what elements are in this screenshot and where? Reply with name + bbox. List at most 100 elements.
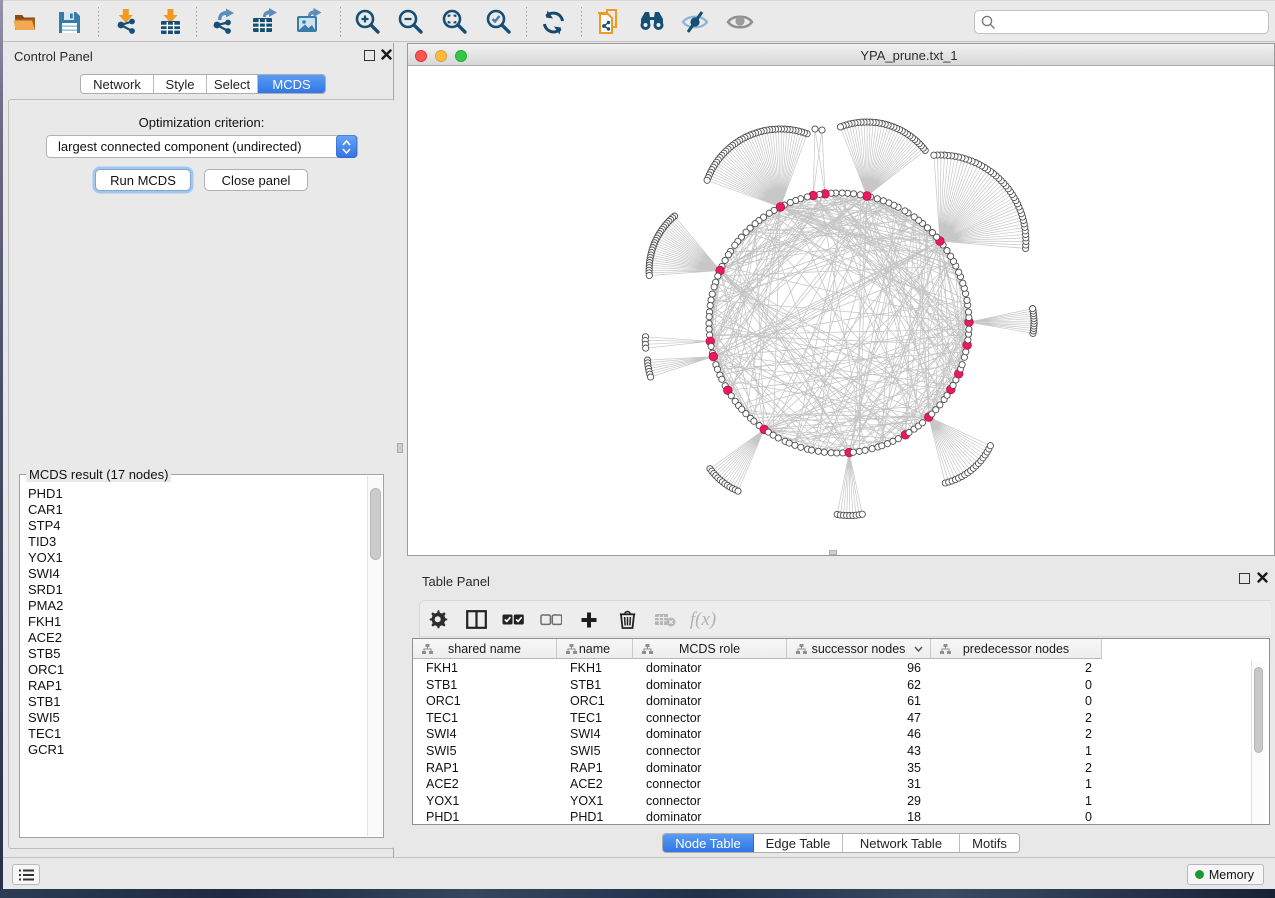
zoom-fit-button[interactable] <box>437 5 471 39</box>
network-node[interactable] <box>1030 306 1036 312</box>
table-cell[interactable]: SWI5 <box>426 743 557 760</box>
memory-button[interactable]: Memory <box>1187 864 1264 885</box>
table-cell[interactable]: connector <box>646 743 787 760</box>
network-node-mcds[interactable] <box>709 352 718 361</box>
table-cell[interactable]: 31 <box>787 776 921 793</box>
task-history-button[interactable] <box>12 864 40 885</box>
network-node[interactable] <box>862 447 868 453</box>
zoom-in-button[interactable] <box>350 5 384 39</box>
toggle-column-button[interactable] <box>459 601 493 638</box>
mcds-result-item[interactable]: CAR1 <box>21 502 367 518</box>
search-input[interactable] <box>997 15 1268 30</box>
table-cell[interactable]: TEC1 <box>426 710 557 727</box>
tab-network[interactable]: Network <box>81 75 154 93</box>
table-cell[interactable]: 0 <box>931 677 1092 694</box>
network-node[interactable] <box>787 199 793 205</box>
table-row[interactable]: STB1STB1dominator620 <box>413 677 1269 694</box>
network-node[interactable] <box>919 420 925 426</box>
network-node[interactable] <box>751 418 757 424</box>
control-panel-close-button[interactable] <box>380 48 393 61</box>
table-cell[interactable]: YOX1 <box>570 793 633 810</box>
table-cell[interactable]: ACE2 <box>570 776 633 793</box>
save-button[interactable] <box>52 5 86 39</box>
table-cell[interactable]: SWI5 <box>570 743 633 760</box>
horizontal-splitter-grip[interactable] <box>829 550 837 555</box>
splitter-grip[interactable] <box>397 443 403 453</box>
window-zoom-traffic-light[interactable] <box>455 50 467 62</box>
table-cell[interactable]: ACE2 <box>426 776 557 793</box>
mcds-result-item[interactable]: GCR1 <box>21 742 367 758</box>
network-node[interactable] <box>775 435 781 441</box>
network-node[interactable] <box>711 284 717 290</box>
table-cell[interactable]: SWI4 <box>570 726 633 743</box>
table-row[interactable]: SWI5SWI5connector431 <box>413 743 1269 760</box>
table-cell[interactable]: YOX1 <box>426 793 557 810</box>
table-cell[interactable]: 62 <box>787 677 921 694</box>
table-cell[interactable]: 18 <box>787 809 921 826</box>
network-node[interactable] <box>859 511 865 517</box>
search-field[interactable] <box>974 10 1269 34</box>
network-node[interactable] <box>735 488 741 494</box>
table-cell[interactable]: RAP1 <box>570 760 633 777</box>
table-row[interactable]: SWI4SWI4dominator462 <box>413 726 1269 743</box>
network-node[interactable] <box>648 374 654 380</box>
column-header-predecessor-nodes[interactable]: predecessor nodes <box>931 639 1102 659</box>
table-cell[interactable]: 0 <box>931 693 1092 710</box>
mcds-result-item[interactable]: SWI5 <box>21 710 367 726</box>
mcds-list-scrollbar[interactable] <box>367 476 382 836</box>
table-cell[interactable]: dominator <box>646 726 787 743</box>
run-mcds-button[interactable]: Run MCDS <box>95 169 191 191</box>
export-table-button[interactable] <box>248 5 282 39</box>
zoom-selected-button[interactable] <box>481 5 515 39</box>
network-node[interactable] <box>959 362 965 368</box>
table-row[interactable]: RAP1RAP1dominator352 <box>413 760 1269 777</box>
table-cell[interactable]: connector <box>646 776 787 793</box>
table-cell[interactable]: 61 <box>787 693 921 710</box>
network-node[interactable] <box>809 447 815 453</box>
control-panel-float-button[interactable] <box>364 50 375 61</box>
network-node[interactable] <box>857 192 863 198</box>
network-node[interactable] <box>715 273 721 279</box>
mcds-result-item[interactable]: STB5 <box>21 646 367 662</box>
table-row[interactable]: ORC1ORC1dominator610 <box>413 693 1269 710</box>
network-node[interactable] <box>709 291 715 297</box>
network-node[interactable] <box>707 302 713 308</box>
network-node[interactable] <box>714 366 720 372</box>
table-cell[interactable]: 43 <box>787 743 921 760</box>
table-cell[interactable]: dominator <box>646 677 787 694</box>
first-neighbors-button[interactable] <box>635 5 669 39</box>
table-cell[interactable]: PHD1 <box>570 809 633 826</box>
mcds-result-item[interactable]: STB1 <box>21 694 367 710</box>
mcds-result-item[interactable]: RAP1 <box>21 678 367 694</box>
table-cell[interactable]: 2 <box>931 760 1092 777</box>
network-node[interactable] <box>719 376 725 382</box>
tab-network-table[interactable]: Network Table <box>843 834 960 852</box>
table-cell[interactable]: FKH1 <box>570 660 633 677</box>
import-table-button[interactable] <box>153 5 187 39</box>
table-cell[interactable]: 0 <box>931 809 1092 826</box>
network-node[interactable] <box>706 326 712 332</box>
table-row[interactable]: YOX1YOX1connector291 <box>413 793 1269 810</box>
table-row[interactable]: PHD1PHD1dominator180 <box>413 809 1269 826</box>
function-builder-button[interactable]: f(x) <box>686 601 720 638</box>
show-all-button[interactable] <box>723 5 757 39</box>
network-node[interactable] <box>837 124 843 130</box>
mcds-result-item[interactable]: SWI4 <box>21 566 367 582</box>
column-header-name[interactable]: name <box>557 639 633 659</box>
tab-mcds[interactable]: MCDS <box>258 75 325 93</box>
table-cell[interactable]: ORC1 <box>570 693 633 710</box>
network-node[interactable] <box>704 177 710 183</box>
network-node[interactable] <box>766 210 772 216</box>
network-node[interactable] <box>960 280 966 286</box>
network-node[interactable] <box>708 343 714 349</box>
table-cell[interactable]: 46 <box>787 726 921 743</box>
network-node[interactable] <box>725 252 731 258</box>
table-scrollbar[interactable] <box>1251 661 1265 824</box>
network-node[interactable] <box>929 230 935 236</box>
table-cell[interactable]: 96 <box>787 660 921 677</box>
table-cell[interactable]: connector <box>646 793 787 810</box>
tab-edge-table[interactable]: Edge Table <box>754 834 843 852</box>
network-canvas[interactable] <box>408 66 1274 555</box>
network-node[interactable] <box>706 314 712 320</box>
table-cell[interactable]: RAP1 <box>426 760 557 777</box>
